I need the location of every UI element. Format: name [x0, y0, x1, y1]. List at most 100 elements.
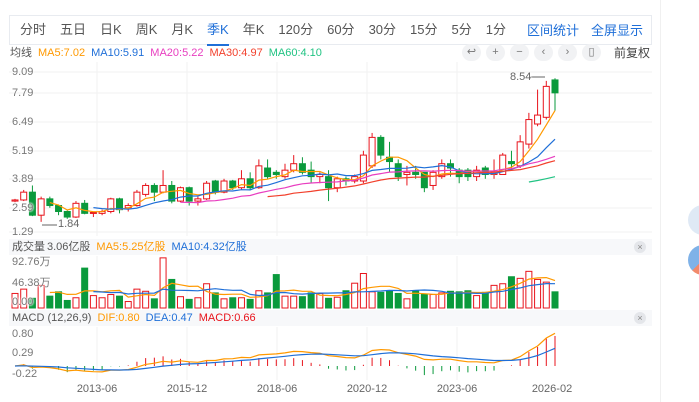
candle [46, 198, 54, 207]
volume-bar [255, 290, 263, 309]
candle [542, 85, 550, 118]
volume-bar [394, 292, 402, 309]
volume-bar [159, 257, 167, 309]
volume-bar [229, 297, 237, 309]
candle [394, 163, 402, 178]
candle [229, 180, 237, 189]
volume-bar [220, 298, 228, 309]
dea-line [14, 347, 556, 371]
volume-bar [429, 294, 437, 309]
candle [368, 136, 376, 167]
volume-bar [368, 291, 376, 309]
price-tick: 6.49 [12, 116, 34, 128]
date-tick: 2018-06 [256, 383, 298, 395]
close-macd-icon[interactable]: × [634, 312, 646, 324]
macd-title: MACD (12,26,9) [12, 312, 92, 324]
candle [525, 119, 533, 145]
candle [150, 184, 158, 193]
volume-bar [185, 298, 193, 309]
volume-bar [246, 298, 254, 309]
volume-bar [107, 294, 115, 309]
volume-bar [211, 292, 219, 309]
volume-bar [507, 276, 515, 309]
price-tick: 3.89 [12, 173, 34, 185]
volume-bar [333, 296, 341, 309]
high-annotation: 8.54 [510, 71, 532, 83]
macd-dea: DEA:0.47 [145, 312, 193, 324]
close-volume-icon[interactable]: × [634, 241, 646, 253]
candle [194, 198, 202, 202]
volume-bar [446, 290, 454, 309]
volume-bar [307, 292, 315, 309]
candle [63, 211, 71, 218]
candle [551, 79, 559, 94]
volume-tick: 46.38万 [12, 277, 51, 289]
volume-bar [420, 294, 428, 309]
volume-bar [359, 273, 367, 309]
volume-bar [403, 298, 411, 309]
volume-bar [116, 295, 124, 309]
candle [37, 198, 45, 216]
candle [11, 199, 19, 202]
volume-bar [176, 296, 184, 309]
volume-total: 3.06亿股 [47, 241, 91, 253]
candle [142, 184, 150, 195]
volume-bar [203, 283, 211, 309]
candle [159, 184, 167, 193]
candle [72, 202, 80, 218]
candle [237, 178, 245, 189]
candle [246, 178, 254, 189]
volume-bar [499, 283, 507, 309]
volume-bar [89, 295, 97, 309]
volume-bar [72, 297, 80, 309]
candle [272, 171, 280, 175]
candle [203, 182, 211, 200]
volume-bar [63, 299, 71, 309]
volume-bar [237, 297, 245, 309]
candle [176, 187, 184, 202]
volume-tick: 0.00 [12, 296, 34, 308]
date-tick: 2013-06 [76, 383, 118, 395]
volume-bar [133, 288, 141, 309]
price-tick: 2.59 [12, 202, 34, 214]
macd-header: MACD (12,26,9) DIF:0.80 DEA:0.47 MACD:0.… [9, 310, 652, 326]
candle [264, 167, 272, 178]
price-tick: 7.79 [12, 87, 34, 99]
macd-tick: -0.22 [12, 368, 38, 380]
volume-title: 成交量 [12, 241, 45, 253]
candle [507, 161, 515, 165]
volume-bar [455, 291, 463, 309]
volume-bar [55, 291, 63, 309]
macd-value: MACD:0.66 [198, 312, 256, 324]
volume-bar [194, 297, 202, 309]
volume-bar [481, 291, 489, 309]
volume-bar [46, 295, 54, 309]
candle [403, 171, 411, 175]
volume-bar [473, 295, 481, 309]
volume-bar [542, 281, 550, 309]
date-tick: 2015-12 [166, 383, 208, 395]
date-tick: 2026-02 [531, 383, 573, 395]
macd-tick: 0.29 [12, 347, 34, 359]
candle [81, 202, 89, 214]
candle [290, 163, 298, 171]
candle [534, 114, 542, 125]
candle [255, 165, 263, 189]
volume-bar [551, 291, 559, 309]
volume-bar [438, 292, 446, 309]
volume-ma5: MA5:5.25亿股 [96, 241, 166, 253]
macd-dif: DIF:0.80 [97, 312, 140, 324]
candle [377, 136, 385, 156]
volume-tick: 92.76万 [12, 256, 51, 268]
date-tick: 2023-06 [436, 383, 478, 395]
candle [89, 211, 97, 214]
volume-bar [490, 284, 498, 309]
volume-bar [281, 295, 289, 309]
volume-bar [386, 290, 394, 309]
volume-bar [98, 297, 106, 309]
date-tick: 2020-12 [346, 383, 388, 395]
candle [429, 171, 437, 186]
kline-chart[interactable] [0, 0, 699, 402]
candle [211, 180, 219, 193]
price-tick: 9.09 [12, 66, 34, 78]
